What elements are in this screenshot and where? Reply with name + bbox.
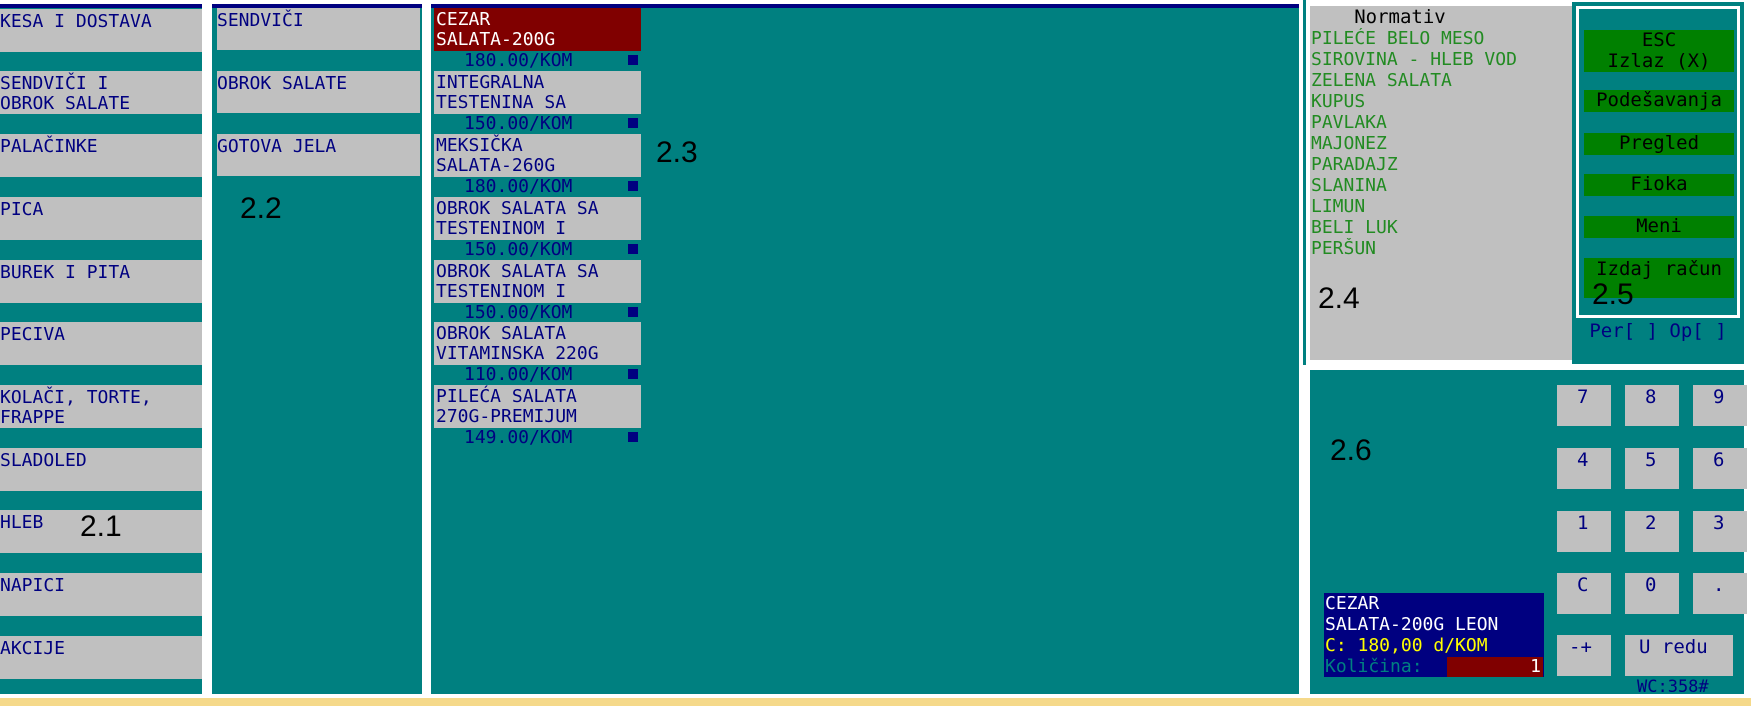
keypad-key-0[interactable]: 0 [1625, 573, 1679, 614]
product-name: OBROK SALATA VITAMINSKA 220G [434, 322, 641, 365]
keypad-key-4[interactable]: 4 [1557, 448, 1611, 489]
price-marker-icon [628, 244, 638, 254]
normativ-item: BELI LUK [1311, 217, 1398, 238]
section-label-2-5: 2.5 [1592, 278, 1634, 311]
normativ-item: KUPUS [1311, 91, 1366, 112]
product-name: PILEĆA SALATA 270G-PREMIJUM [434, 385, 641, 428]
normativ-item: PILEĆE BELO MESO [1311, 28, 1485, 49]
confirm-button[interactable]: U redu [1625, 635, 1733, 676]
footer-strip [0, 698, 1751, 706]
keypad-key-dot[interactable]: . [1693, 573, 1747, 614]
category-item[interactable]: BUREK I PITA [0, 260, 202, 303]
keypad-key-7[interactable]: 7 [1557, 385, 1611, 426]
product-item-selected[interactable]: CEZAR SALATA-200G 180.00/KOM [434, 8, 641, 71]
normativ-item: PERŠUN [1311, 238, 1377, 259]
category-item[interactable]: NAPICI [0, 573, 202, 616]
category-item[interactable]: KESA I DOSTAVA [0, 9, 202, 52]
product-item[interactable]: PILEĆA SALATA 270G-PREMIJUM 149.00/KOM [434, 385, 641, 448]
category-item[interactable]: KOLAČI, TORTE, FRAPPE [0, 385, 202, 428]
product-item[interactable]: OBROK SALATA VITAMINSKA 220G 110.00/KOM [434, 322, 641, 385]
normativ-item: PARADAJZ [1311, 154, 1398, 175]
subcategory-item[interactable]: OBROK SALATE [217, 71, 420, 113]
keypad-key-6[interactable]: 6 [1693, 448, 1747, 489]
normativ-item: SLANINA [1311, 175, 1387, 196]
section-label-2-1: 2.1 [80, 510, 122, 543]
normativ-title: Normativ [1354, 6, 1446, 28]
subcategory-item[interactable]: SENDVIČI [217, 8, 420, 50]
price-marker-icon [628, 181, 638, 191]
product-price: 180.00/KOM [464, 176, 573, 197]
keypad-key-1[interactable]: 1 [1557, 511, 1611, 552]
category-item[interactable]: PECIVA [0, 322, 202, 365]
review-button[interactable]: Pregled [1584, 133, 1734, 155]
keypad-key-9[interactable]: 9 [1693, 385, 1747, 426]
quantity-label: Količina: [1325, 656, 1423, 677]
status-indicator: Per[ ] Op[ ] [1589, 320, 1727, 342]
order-price: C: 180,00 d/KOM [1325, 635, 1488, 656]
price-marker-icon [628, 307, 638, 317]
price-marker-icon [628, 118, 638, 128]
keypad-key-8[interactable]: 8 [1625, 385, 1679, 426]
keypad-key-3[interactable]: 3 [1693, 511, 1747, 552]
product-item[interactable]: OBROK SALATA SA TESTENINOM I 150.00/KOM [434, 197, 641, 260]
drawer-button[interactable]: Fioka [1584, 174, 1734, 196]
quantity-field[interactable]: 1 [1447, 657, 1543, 677]
order-item-name: CEZAR SALATA-200G LEON [1325, 593, 1499, 635]
keypad-key-5[interactable]: 5 [1625, 448, 1679, 489]
keypad-key-sign[interactable]: -+ [1557, 635, 1611, 676]
product-name: OBROK SALATA SA TESTENINOM I [434, 260, 641, 303]
keypad-key-2[interactable]: 2 [1625, 511, 1679, 552]
category-item[interactable]: PICA [0, 197, 202, 240]
keypad-key-clear[interactable]: C [1557, 573, 1611, 614]
product-item[interactable]: OBROK SALATA SA TESTENINOM I 150.00/KOM [434, 260, 641, 323]
settings-button[interactable]: Podešavanja [1584, 90, 1734, 112]
normativ-item: LIMUN [1311, 196, 1366, 217]
exit-button[interactable]: ESC Izlaz (X) [1584, 30, 1734, 72]
product-name: CEZAR SALATA-200G [434, 8, 641, 51]
product-price: 149.00/KOM [464, 427, 573, 448]
price-marker-icon [628, 369, 638, 379]
product-price: 180.00/KOM [464, 50, 573, 71]
menu-button[interactable]: Meni [1584, 216, 1734, 238]
section-label-2-3: 2.3 [656, 136, 698, 169]
section-label-2-2: 2.2 [240, 192, 282, 225]
price-marker-icon [628, 432, 638, 442]
product-name: MEKSIČKA SALATA-260G [434, 134, 641, 177]
product-price: 150.00/KOM [464, 302, 573, 323]
product-price: 110.00/KOM [464, 364, 573, 385]
product-name: OBROK SALATA SA TESTENINOM I [434, 197, 641, 240]
price-marker-icon [628, 55, 638, 65]
product-price: 150.00/KOM [464, 239, 573, 260]
section-label-2-4: 2.4 [1318, 282, 1360, 315]
category-item[interactable]: SLADOLED [0, 448, 202, 491]
category-item[interactable]: AKCIJE [0, 636, 202, 679]
normativ-item: SIROVINA - HLEB VOD [1311, 49, 1517, 70]
wc-counter: WC:358# [1637, 677, 1709, 697]
section-label-2-6: 2.6 [1330, 434, 1372, 467]
vertical-divider [1303, 0, 1306, 365]
category-item[interactable]: SENDVIČI I OBROK SALATE [0, 71, 202, 114]
product-item[interactable]: INTEGRALNA TESTENINA SA 150.00/KOM [434, 71, 641, 134]
normativ-item: MAJONEZ [1311, 133, 1387, 154]
product-item[interactable]: MEKSIČKA SALATA-260G 180.00/KOM [434, 134, 641, 197]
normativ-item: PAVLAKA [1311, 112, 1387, 133]
category-item[interactable]: PALAČINKE [0, 134, 202, 177]
subcategory-item[interactable]: GOTOVA JELA [217, 134, 420, 176]
normativ-item: ZELENA SALATA [1311, 70, 1452, 91]
product-price: 150.00/KOM [464, 113, 573, 134]
product-name: INTEGRALNA TESTENINA SA [434, 71, 641, 114]
